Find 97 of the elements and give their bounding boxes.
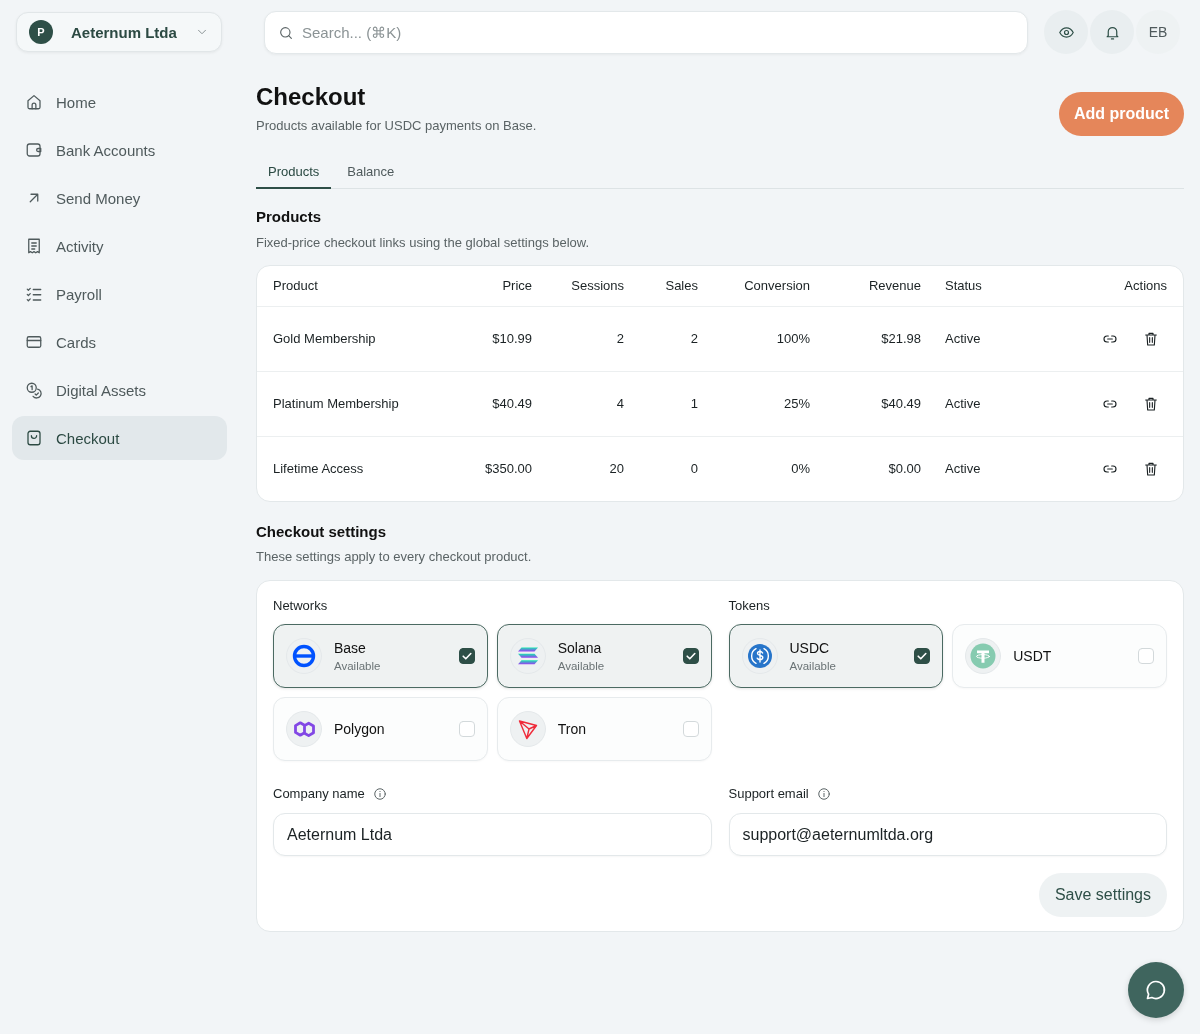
visibility-button[interactable] [1044, 10, 1088, 54]
save-settings-button[interactable]: Save settings [1038, 873, 1167, 917]
dollar-coin-icon [741, 638, 778, 674]
wallet-icon [25, 141, 43, 159]
option-name: Tron [557, 720, 587, 738]
trash-icon[interactable] [1143, 331, 1159, 347]
option-status: Available [557, 658, 605, 673]
table-cell: $10.99 [492, 330, 532, 348]
t-coin-logo-icon [965, 638, 1002, 674]
column-header: Status [945, 277, 982, 295]
table-cell: $0.00 [888, 460, 921, 478]
option-name: Polygon [334, 720, 385, 738]
nav-item[interactable]: Checkout [12, 416, 227, 460]
coins-icon [25, 381, 43, 399]
stripes-logo-icon [509, 638, 546, 674]
nav-item[interactable]: Home [12, 80, 227, 124]
column-header: Sessions [571, 277, 624, 295]
table-cell: 0% [791, 460, 810, 478]
table-cell: Active [945, 460, 981, 478]
info-icon[interactable] [816, 787, 831, 801]
shopping-bag-icon [25, 429, 43, 447]
search-field[interactable]: Search... (⌘K) [264, 10, 1028, 54]
column-header: Price [502, 277, 532, 295]
ring-logo-icon [286, 638, 322, 674]
tab[interactable]: Products [256, 155, 332, 189]
nav-item[interactable]: Digital Assets [12, 368, 227, 412]
token-option[interactable]: USDT [952, 624, 1167, 688]
table-cell: Platinum Membership [273, 395, 399, 413]
table-cell: 4 [616, 395, 624, 413]
group-label: Networks [273, 597, 328, 615]
checkbox[interactable] [682, 648, 699, 664]
column-header: Sales [665, 277, 698, 295]
section-title: Products [256, 207, 321, 227]
network-option[interactable]: Solana Available [496, 624, 712, 688]
network-option[interactable]: Tron [496, 697, 712, 761]
table-cell: 2 [616, 330, 624, 348]
network-option[interactable]: Polygon [273, 697, 488, 761]
section-subtitle: These settings apply to every checkout product. [256, 548, 532, 566]
table-cell: 100% [776, 330, 810, 348]
table-cell: Active [945, 395, 981, 413]
text-field[interactable]: support@aeternumltda.org [728, 813, 1167, 856]
table-cell: 2 [690, 330, 698, 348]
field-label: Company name [273, 785, 365, 803]
org-switcher[interactable]: P Aeternum Ltda [16, 12, 222, 52]
section-title: Checkout settings [256, 522, 387, 542]
column-header: Product [273, 277, 318, 295]
token-option[interactable]: USDC Available [728, 624, 944, 688]
credit-card-icon [25, 333, 43, 351]
column-header: Actions [1124, 277, 1167, 295]
table-cell: $40.49 [881, 395, 921, 413]
table-cell: Active [945, 330, 981, 348]
nav-item[interactable]: Activity [12, 224, 227, 268]
checkbox[interactable] [914, 648, 931, 664]
column-header: Conversion [744, 277, 810, 295]
group-label: Tokens [728, 597, 770, 615]
notifications-button[interactable] [1090, 10, 1134, 54]
nav-item[interactable]: Send Money [12, 176, 227, 220]
nav-item[interactable]: Cards [12, 320, 227, 364]
checklist-icon [25, 285, 43, 303]
column-header: Revenue [868, 277, 921, 295]
table-cell: 25% [783, 395, 810, 413]
hexagon-link-logo-icon [286, 711, 322, 747]
trash-icon[interactable] [1143, 461, 1159, 477]
option-name: Solana [557, 639, 602, 657]
chat-bubble-icon [1144, 978, 1168, 1002]
page-title: Checkout [256, 83, 366, 111]
house-icon [25, 93, 43, 111]
org-avatar: P [29, 20, 53, 44]
search-icon [278, 24, 294, 41]
triangle-logo-icon [509, 711, 546, 747]
text-field[interactable]: Aeternum Ltda [273, 813, 712, 856]
table-cell: $350.00 [485, 460, 532, 478]
info-icon[interactable] [372, 787, 387, 801]
table-cell: Gold Membership [273, 330, 376, 348]
user-avatar[interactable]: EB [1136, 10, 1180, 54]
option-name: USDT [1013, 647, 1052, 665]
section-subtitle: Fixed-price checkout links using the global settings below. [256, 234, 590, 252]
table-cell: $21.98 [881, 330, 921, 348]
table-cell: Lifetime Access [273, 460, 364, 478]
network-option[interactable]: Base Available [273, 624, 488, 688]
option-status: Available [789, 658, 836, 673]
page-subtitle: Products available for USDC payments on Base. [256, 117, 537, 135]
table-cell: $40.49 [492, 395, 532, 413]
table-cell: 0 [690, 460, 698, 478]
nav-item[interactable]: Bank Accounts [12, 128, 227, 172]
chat-button[interactable] [1128, 962, 1184, 1018]
tab[interactable]: Balance [335, 155, 407, 189]
option-status: Available [334, 658, 381, 673]
table-cell: 20 [609, 460, 624, 478]
field-label: Support email [728, 785, 809, 803]
trash-icon[interactable] [1143, 396, 1159, 412]
nav-item[interactable]: Payroll [12, 272, 227, 316]
receipt-icon [25, 237, 43, 255]
option-name: Base [334, 639, 366, 657]
option-name: USDC [789, 639, 830, 657]
table-cell: 1 [690, 395, 698, 413]
checkbox[interactable] [458, 648, 475, 664]
